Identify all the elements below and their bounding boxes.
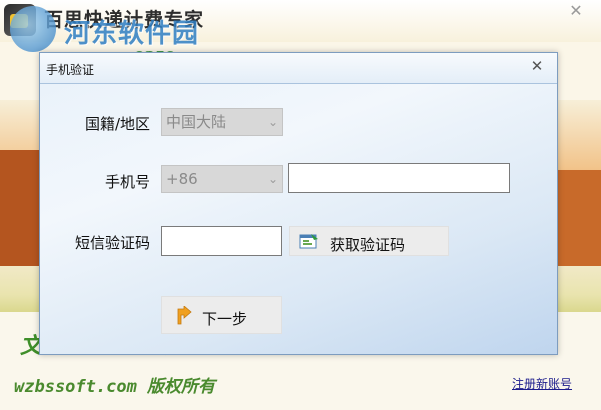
region-select-value: 中国大陆 — [166, 113, 227, 131]
phone-verification-dialog: 手机验证 ✕ 国籍/地区 中国大陆 ⌄ 手机号 +86 ⌄ 短信验证码 获取验证… — [39, 52, 558, 355]
chevron-down-icon: ⌄ — [267, 115, 278, 129]
chevron-down-icon: ⌄ — [267, 172, 278, 186]
dialog-close-button[interactable]: ✕ — [527, 57, 547, 75]
country-code-value: +86 — [166, 170, 198, 188]
next-step-icon — [177, 306, 192, 325]
get-code-button[interactable]: 获取验证码 — [289, 226, 449, 256]
phone-number-input[interactable] — [288, 163, 510, 193]
country-code-select[interactable]: +86 ⌄ — [161, 165, 283, 193]
sms-code-input[interactable] — [161, 226, 282, 256]
sms-code-label: 短信验证码 — [74, 234, 150, 252]
next-step-button[interactable]: 下一步 — [161, 296, 282, 334]
sms-code-icon — [299, 234, 318, 249]
watermark-title: 河东软件园 — [64, 19, 200, 49]
next-step-label: 下一步 — [202, 310, 248, 328]
dialog-titlebar: 手机验证 ✕ — [40, 53, 557, 84]
register-new-account-link[interactable]: 注册新账号 — [512, 375, 572, 392]
region-select[interactable]: 中国大陆 ⌄ — [161, 108, 283, 136]
copyright-text: wzbssoft.com 版权所有 — [14, 377, 216, 397]
main-close-button[interactable]: ✕ — [566, 2, 586, 20]
watermark-logo — [10, 6, 56, 52]
phone-label: 手机号 — [104, 173, 150, 191]
get-code-label: 获取验证码 — [330, 236, 406, 254]
region-label: 国籍/地区 — [84, 115, 150, 133]
dialog-title: 手机验证 — [46, 63, 95, 77]
